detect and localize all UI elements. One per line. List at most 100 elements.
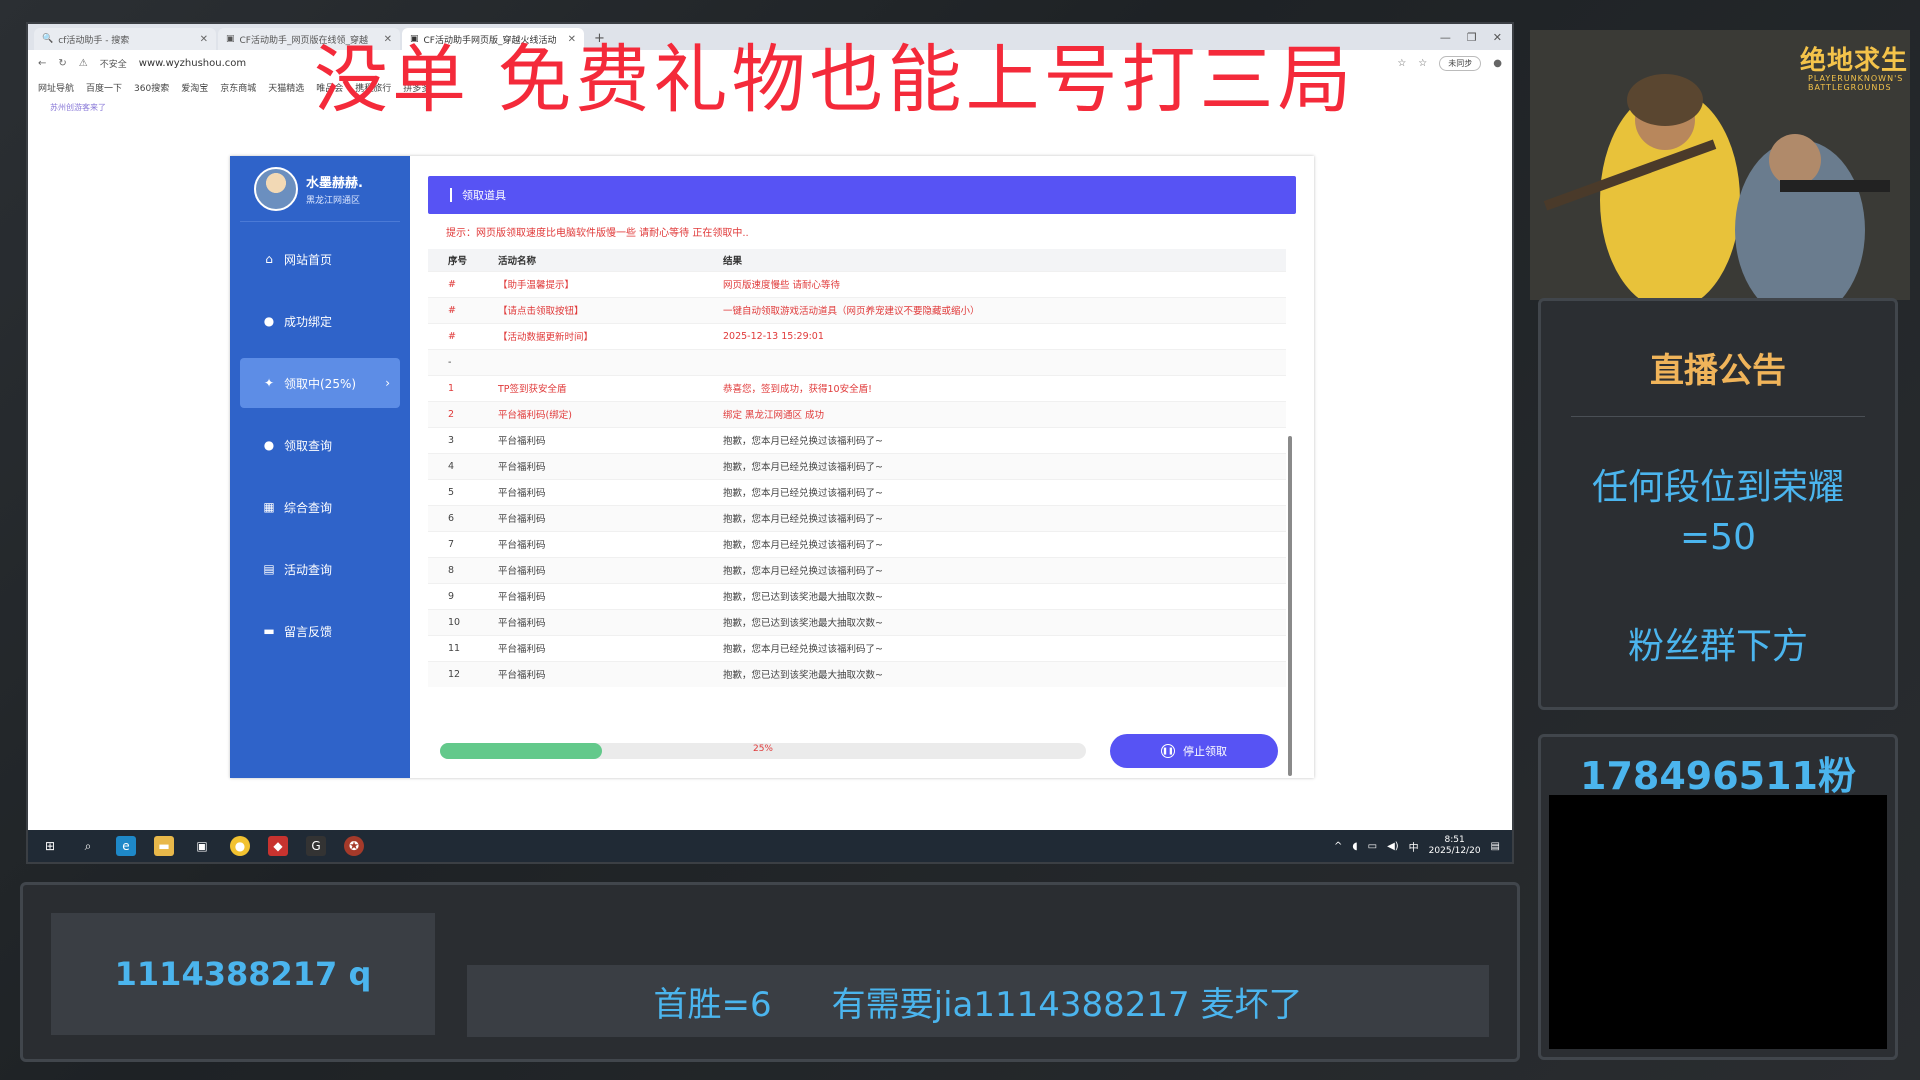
table-cell-result: 抱歉，您本月已经兑换过该福利码了~	[703, 556, 1286, 583]
sidebar-item-bound[interactable]: ● 成功绑定	[240, 296, 400, 346]
column-header: 结果	[703, 249, 1286, 271]
site-icon: ▣	[226, 34, 235, 44]
notification-icon[interactable]: ▤	[1491, 841, 1500, 852]
table-cell-result: 抱歉，您本月已经兑换过该福利码了~	[703, 452, 1286, 479]
sidebar-item-general-query[interactable]: ▦ 综合查询	[240, 482, 400, 532]
table-cell-no: 4	[428, 452, 478, 479]
chevron-up-icon[interactable]: ^	[1334, 841, 1342, 852]
table-cell-result: 恭喜您，签到成功，获得10安全盾!	[703, 374, 1286, 401]
avatar	[254, 166, 298, 211]
system-tray: ^ ◖ ▭ ◀) 中 8:51 2025/12/20 ▤	[1334, 835, 1512, 857]
close-icon[interactable]: ✕	[200, 34, 208, 45]
announcement-text: =50	[1680, 517, 1756, 558]
close-window-icon[interactable]: ✕	[1493, 31, 1502, 44]
table-row: 10 平台福利码 抱歉，您已达到该奖池最大抽取次数~	[428, 608, 1286, 635]
bookmark-item[interactable]: 天猫精选	[268, 81, 304, 94]
user-icon: ●	[263, 314, 275, 328]
table-cell-result: 抱歉，您本月已经兑换过该福利码了~	[703, 426, 1286, 453]
restore-icon[interactable]: ❐	[1467, 31, 1477, 44]
store-icon[interactable]: ▣	[192, 836, 212, 856]
tip-text: 提示：网页版领取速度比电脑软件版慢一些 请耐心等待 正在领取中..	[446, 228, 749, 239]
url-input[interactable]: www.wyzhushou.com	[139, 58, 246, 69]
bookmark-item[interactable]: 网址导航	[38, 81, 74, 94]
table-row: # 【助手温馨提示】 网页版速度慢些 请耐心等待	[428, 270, 1286, 297]
column-header: 序号	[428, 249, 478, 271]
table-cell-name: 平台福利码	[478, 582, 703, 609]
scrollbar-thumb[interactable]	[1288, 436, 1292, 776]
tab-search[interactable]: 🔍 cf活动助手 - 搜索 ✕	[34, 28, 216, 50]
sidebar-item-label: 领取查询	[284, 438, 333, 453]
star-icon[interactable]: ☆	[1397, 58, 1406, 69]
claim-table: 序号 活动名称 结果 # 【助手温馨提示】 网页版速度慢些 请耐心等待 # 【请点击领取…	[428, 249, 1286, 687]
ime-indicator[interactable]: 中	[1409, 839, 1419, 854]
table-row: # 【活动数据更新时间】 2025-12-13 15:29:01	[428, 322, 1286, 349]
camera-area	[1549, 795, 1887, 1049]
minimize-icon[interactable]: —	[1440, 31, 1451, 44]
table-cell-name: 平台福利码	[478, 556, 703, 583]
table-cell-result: 抱歉，您已达到该奖池最大抽取次数~	[703, 582, 1286, 609]
clock[interactable]: 8:51 2025/12/20	[1429, 835, 1481, 857]
sidebar-item-label: 综合查询	[284, 500, 333, 515]
sidebar-item-feedback[interactable]: ▬ 留言反馈	[240, 606, 400, 656]
sidebar-item-home[interactable]: ⌂ 网站首页	[240, 234, 400, 284]
volume-icon[interactable]: ◀)	[1387, 841, 1399, 852]
stop-claim-button[interactable]: ❚❚ 停止领取	[1110, 734, 1278, 768]
bookmark-item[interactable]: 360搜索	[134, 81, 169, 94]
bottom-info-panel: 1114388217 q 首胜=6 有需要jia1114388217 麦坏了	[20, 882, 1520, 1062]
table-cell-no: 7	[428, 530, 478, 557]
chrome-like-icon[interactable]: ●	[230, 836, 250, 856]
sidebar-item-claim-query[interactable]: ● 领取查询	[240, 420, 400, 470]
edge-browser-icon[interactable]: e	[116, 836, 136, 856]
bookmark-item[interactable]: 京东商城	[220, 81, 256, 94]
table-cell-result	[703, 348, 1286, 375]
app-red-icon[interactable]: ◆	[268, 836, 288, 856]
sidebar-item-label: 成功绑定	[284, 314, 333, 329]
sidebar-item-claiming[interactable]: ✦ 领取中(25%) ›	[240, 358, 400, 408]
qq-number: 1114388217 q	[51, 913, 435, 1035]
refresh-icon[interactable]: ↻	[58, 58, 66, 69]
table-cell-name: 平台福利码	[478, 530, 703, 557]
microphone-icon[interactable]: ◖	[1352, 841, 1357, 852]
search-icon: 🔍	[42, 34, 54, 44]
table-cell-no: 3	[428, 426, 478, 453]
clock-date: 2025/12/20	[1428, 846, 1481, 856]
app-g-icon[interactable]: G	[306, 836, 326, 856]
table-row: 5 平台福利码 抱歉，您本月已经兑换过该福利码了~	[428, 478, 1286, 505]
assistant-app: 水墨赫赫. 黑龙江网通区 ⌂ 网站首页 ● 成功绑定 ✦ 领取中(25%) › …	[230, 156, 1314, 778]
table-row: -	[428, 348, 1286, 375]
sidebar-item-activity-query[interactable]: ▤ 活动查询	[240, 544, 400, 594]
user-region: 黑龙江网通区	[306, 195, 361, 206]
table-cell-no: -	[428, 348, 478, 375]
table-cell-result: 抱歉，您已达到该奖池最大抽取次数~	[703, 660, 1286, 687]
table-cell-no: #	[428, 322, 478, 349]
announcement-title: 直播公告	[1650, 351, 1786, 391]
table-row: 2 平台福利码(绑定) 绑定 黑龙江网通区 成功	[428, 400, 1286, 427]
back-icon[interactable]: ←	[38, 58, 46, 69]
table-cell-no: 5	[428, 478, 478, 505]
grid-icon: ▦	[263, 500, 275, 514]
message-icon: ▬	[263, 624, 275, 638]
profile-icon[interactable]: ●	[1493, 58, 1502, 69]
bookmark-item[interactable]: 爱淘宝	[181, 81, 208, 94]
table-cell-name: 平台福利码(绑定)	[478, 400, 703, 427]
file-explorer-icon[interactable]: ▬	[154, 836, 174, 856]
tab-label: cf活动助手 - 搜索	[58, 35, 130, 46]
chevron-right-icon: ›	[385, 376, 390, 390]
scrollbar[interactable]	[1288, 386, 1294, 776]
favorites-icon[interactable]: ☆	[1418, 58, 1427, 69]
windows-start-icon[interactable]: ⊞	[40, 836, 60, 856]
table-cell-result: 网页版速度慢些 请耐心等待	[703, 270, 1286, 297]
divider	[1571, 416, 1865, 417]
sync-button[interactable]: 未同步	[1439, 55, 1482, 71]
progress-area: 25% ❚❚ 停止领取	[440, 734, 1280, 768]
clock-time: 8:51	[1444, 835, 1465, 845]
main-content: 领取道具 提示：网页版领取速度比电脑软件版慢一些 请耐心等待 正在领取中.. 序…	[410, 156, 1314, 778]
bookmark-item[interactable]: 百度一下	[86, 81, 122, 94]
search-icon[interactable]: ⌕	[78, 836, 98, 856]
progress-bar: 25%	[440, 743, 1086, 759]
message-part: 首胜=6	[653, 984, 772, 1025]
network-icon[interactable]: ▭	[1368, 841, 1377, 852]
insecure-label: 不安全	[99, 59, 127, 70]
table-cell-no: 12	[428, 660, 478, 687]
game-app-icon[interactable]: ✪	[344, 836, 364, 856]
